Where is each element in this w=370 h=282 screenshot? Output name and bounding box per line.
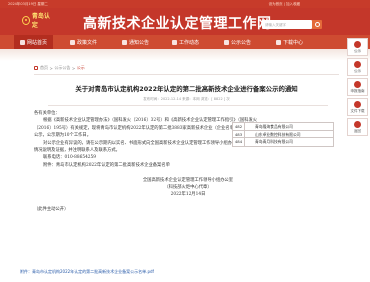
paragraph: （此件主动公开） [34,207,69,213]
search-button[interactable] [312,20,322,29]
megaphone-icon [224,39,229,45]
nav-label: 公示公告 [231,39,252,46]
site-header: 青岛认定 高新技术企业认定管理工作网 请输入关键字 [0,8,370,35]
nav-label: 政策文件 [77,39,98,46]
breadcrumb-separator: > [71,65,76,71]
nav-item-policy[interactable]: 政策文件 [70,35,97,49]
logo-text: 青岛认定 [31,13,50,29]
nav-item-home[interactable]: 网站首页 [14,35,54,49]
download-icon [276,39,281,45]
divider [34,74,339,75]
table-cell-no: 484 [233,138,245,146]
bell-icon [122,39,127,45]
table-row: 484 青岛青月科技有限公司 [233,138,333,146]
nav-label: 网站首页 [27,39,48,46]
sidebar-item-download[interactable]: 文件下载 [347,98,368,116]
sidebar-item-back[interactable]: 返回 [347,118,368,136]
sidebar-item-label: 返回 [354,128,361,133]
table-cell-no: 482 [233,123,245,130]
notice-icon [354,60,361,68]
table-row: 482 青岛隆海食品有限公司 [233,123,333,131]
article-meta: 发布时间：2022-12-14 来源：本网 浏览：[ 8822 ] 次 [143,97,230,101]
breadcrumb: 首页 > 公示公告 > 公示 [34,65,85,71]
notice-icon [354,40,361,48]
download-icon [354,100,361,108]
guide-icon [354,80,361,88]
nav-label: 通知公告 [129,39,150,46]
nav-item-notice[interactable]: 通知公告 [122,35,149,49]
search-input[interactable]: 请输入关键字 [262,20,312,29]
breadcrumb-separator: > [49,65,53,71]
company-table-preview: 482 青岛隆海食品有限公司 483 山东卓业数控科技有限公司 484 青岛青月… [232,122,334,147]
paragraph: 各有关单位： [34,111,60,116]
table-cell-name: 青岛隆海食品有限公司 [255,124,293,129]
sidebar-item-label: 申报指南 [350,88,365,93]
top-bar: 2024年03月19日 星期二 设为首页 | 加入收藏 [0,0,370,8]
sidebar-item-label: 公示 [354,48,361,53]
sidebar-item-label: 文件下载 [350,108,365,113]
breadcrumb-current: 公示 [76,65,85,70]
breadcrumb-home[interactable]: 首页 [40,65,48,71]
table-cell-no: 483 [233,130,245,137]
sidebar-item-notice[interactable]: 公示 [347,38,368,56]
table-row: 483 山东卓业数控科技有限公司 [233,130,333,138]
home-icon [34,66,38,70]
divider [48,105,328,106]
top-links[interactable]: 设为首页 | 加入收藏 [269,2,300,7]
sidebar-item-label: 公示 [354,68,361,73]
nav-item-news[interactable]: 工作动态 [172,35,199,49]
paragraph: 情况说明及证据，并注明联系人及联系方式。 [34,148,120,154]
signature-stamp: （科技部火炬中心代章） [164,185,212,191]
main-nav: 网站首页 政策文件 通知公告 工作动态 公示公告 下载中心 [0,35,370,49]
right-float-sidebar: 公示 公示 申报指南 文件下载 返回 [347,38,368,138]
paragraph [34,199,342,206]
logo-emblem-icon [22,15,30,25]
signature-org: 全国高新技术企业认定管理工作领导小组办公室 [142,177,234,183]
home-icon [20,39,25,45]
breadcrumb-section[interactable]: 公示公告 [54,65,70,71]
current-date: 2024年03月19日 星期二 [8,1,48,6]
paragraph [34,169,342,176]
search-placeholder: 请输入关键字 [265,22,286,27]
news-icon [172,39,177,45]
table-cell-name: 山东卓业数控科技有限公司 [255,131,301,137]
site-title: 高新技术企业认定管理工作网 [83,16,272,32]
signature-date: 2022年12月14日 [170,192,206,198]
nav-label: 工作动态 [179,39,200,46]
table-cell-name: 青岛青月科技有限公司 [255,139,293,144]
sidebar-item-guide[interactable]: 申报指南 [347,78,368,96]
nav-label: 下载中心 [283,39,304,46]
document-icon [70,39,75,45]
attachment-link[interactable]: 附件：青岛市认定机构2022年认定的第二批高新技术企业备案公示名单.pdf [20,269,154,275]
paragraph: 联系电话：010-88654259 [43,155,97,161]
site-logo[interactable]: 青岛认定 [22,13,52,29]
article-title: 关于对青岛市认定机构2022年认定的第二批高新技术企业进行备案公示的通知 [75,85,298,93]
nav-item-announcement[interactable]: 公示公告 [224,35,251,49]
article-panel: 首页 > 公示公告 > 公示 关于对青岛市认定机构2022年认定的第二批高新技术… [14,60,344,282]
paragraph: 附件：青岛市认定机构2022年认定的第二批高新技术企业备案名单 [43,162,170,168]
nav-item-download[interactable]: 下载中心 [276,35,303,49]
back-icon [354,120,361,128]
sidebar-item-notice-2[interactable]: 公示 [347,58,368,76]
